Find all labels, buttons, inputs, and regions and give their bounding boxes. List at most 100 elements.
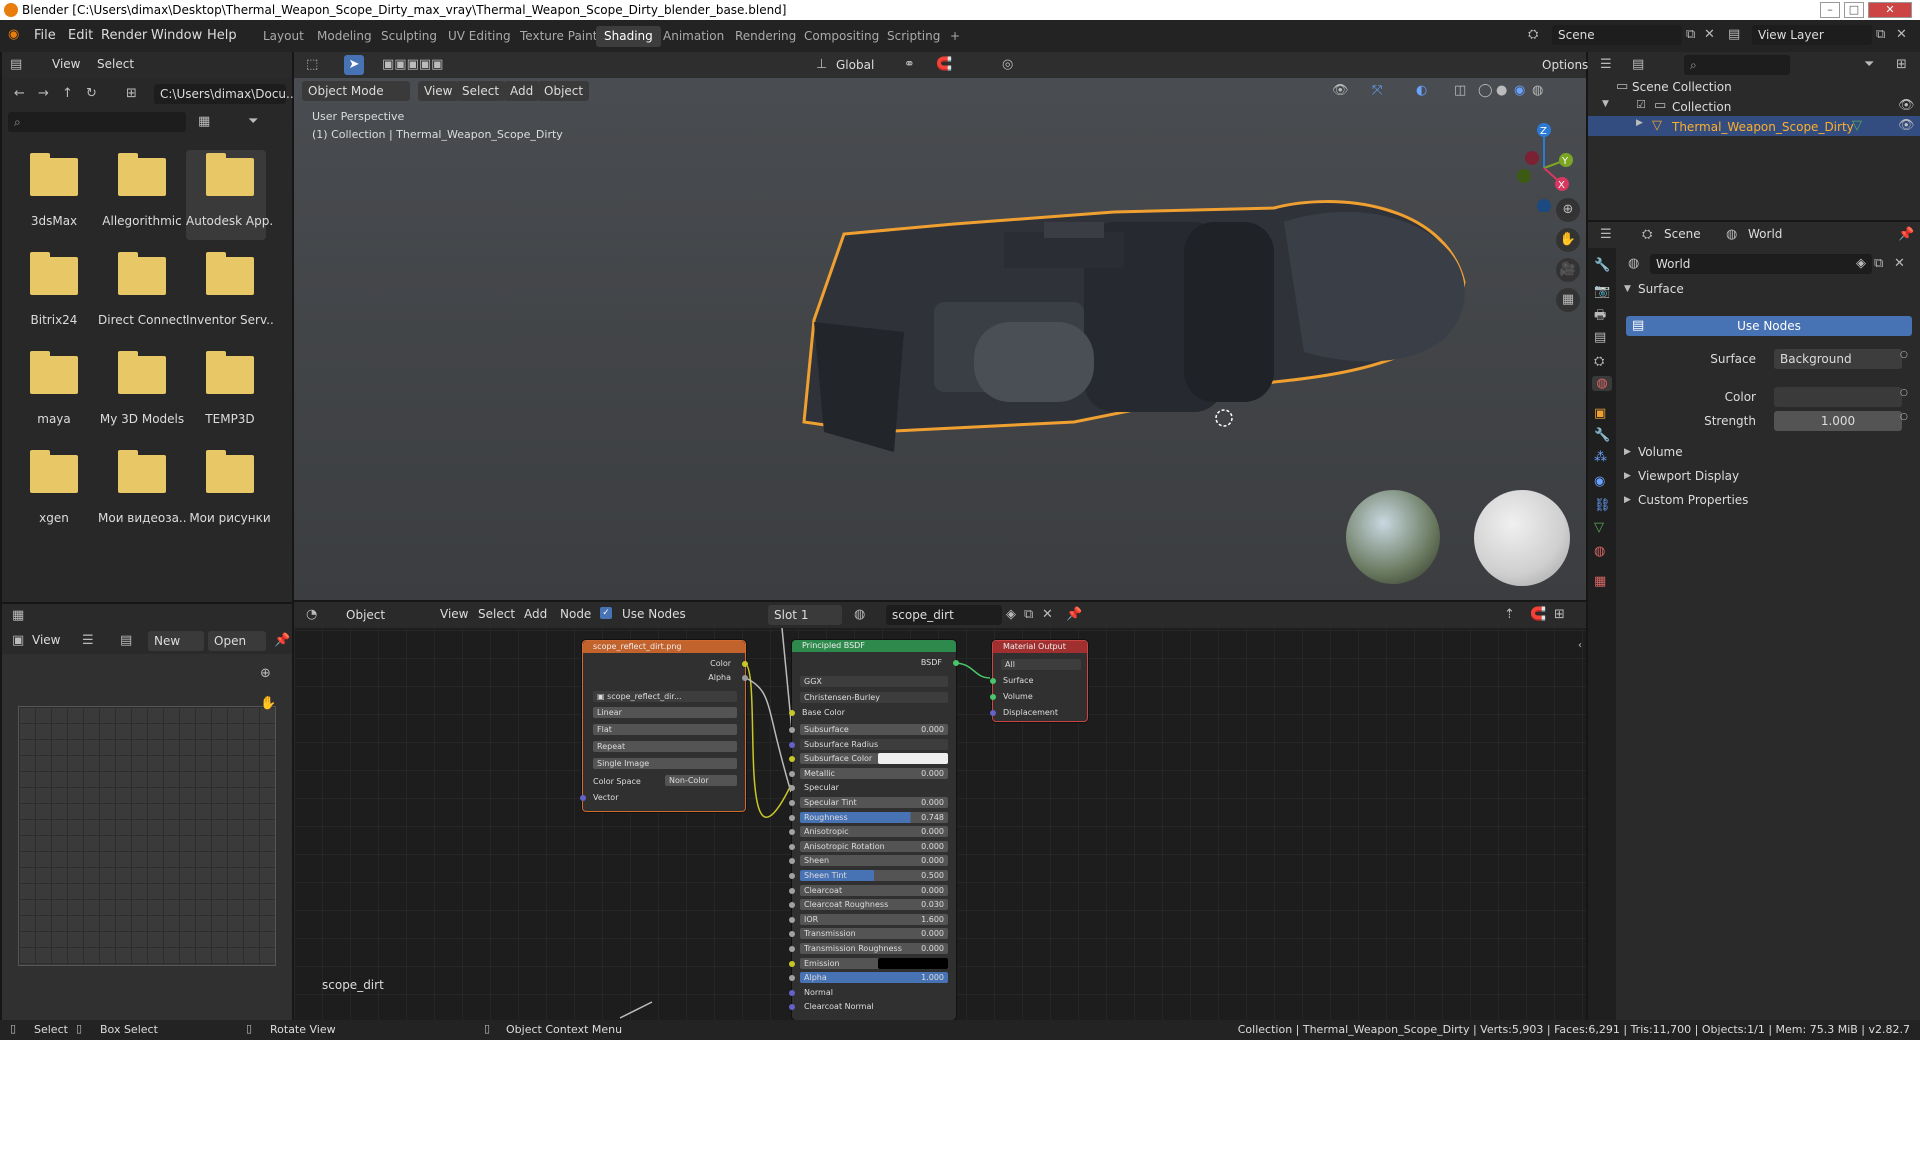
- bsdf-field-row[interactable]: Normal: [800, 987, 948, 998]
- select-tool-icon[interactable]: ➤: [344, 55, 364, 75]
- input-socket[interactable]: [789, 946, 795, 952]
- bsdf-field-row[interactable]: Subsurface 0.000: [800, 724, 948, 735]
- bsdf-output-socket[interactable]: [953, 660, 959, 666]
- tab-animation[interactable]: Animation: [655, 26, 732, 47]
- scene-selector[interactable]: Scene: [1552, 25, 1682, 45]
- xray-icon[interactable]: ◫: [1454, 83, 1466, 98]
- bsdf-field-row[interactable]: Roughness 0.748: [800, 811, 948, 823]
- editor-type-icon[interactable]: ▦: [12, 608, 24, 623]
- folder-item[interactable]: Inventor Serv...: [186, 249, 274, 339]
- bsdf-field-row[interactable]: Subsurface Radius: [800, 738, 948, 750]
- maximize-button[interactable]: □: [1844, 2, 1864, 18]
- menu-file[interactable]: File: [34, 28, 56, 43]
- folder-item[interactable]: maya: [10, 348, 90, 438]
- bsdf-field-row[interactable]: Sheen Tint 0.500: [800, 870, 948, 881]
- output-tab-icon[interactable]: 🖶: [1594, 306, 1606, 328]
- tab-texture-paint[interactable]: Texture Paint: [512, 26, 605, 47]
- input-socket[interactable]: [789, 785, 795, 792]
- bsdf-field-row[interactable]: Transmission 0.000: [800, 928, 948, 940]
- viewport-display-panel-header[interactable]: Viewport Display: [1638, 469, 1739, 483]
- transform-orientation-dropdown[interactable]: Global: [830, 55, 896, 75]
- folder-item[interactable]: My 3D Models: [98, 348, 184, 438]
- color-swatch[interactable]: [1774, 387, 1902, 407]
- input-socket[interactable]: [789, 814, 795, 821]
- input-socket[interactable]: [789, 1004, 795, 1011]
- editor-type-icon[interactable]: ⬚: [306, 57, 318, 72]
- wireframe-shading-icon[interactable]: ◯: [1478, 83, 1493, 98]
- strength-field[interactable]: 1.000: [1774, 411, 1902, 431]
- menu-object[interactable]: Object: [538, 81, 590, 101]
- new-scene-icon[interactable]: ⧉: [1686, 27, 1695, 42]
- tab-scripting[interactable]: Scripting: [879, 26, 948, 47]
- custom-properties-panel-header[interactable]: Custom Properties: [1638, 493, 1748, 507]
- editor-type-icon[interactable]: ▤: [10, 57, 22, 72]
- constraints-tab-icon[interactable]: ⛓: [1594, 498, 1611, 513]
- menu-add[interactable]: Add: [504, 81, 540, 101]
- shader-editor-area[interactable]: ◔ Object View Select Add Node ✓ Use Node…: [294, 602, 1586, 1020]
- rendered-shading-icon[interactable]: ◍: [1532, 83, 1543, 98]
- bsdf-field-row[interactable]: Clearcoat 0.000: [800, 884, 948, 896]
- volume-panel-header[interactable]: Volume: [1638, 445, 1683, 459]
- vector-input-socket[interactable]: [580, 795, 586, 801]
- search-input[interactable]: ⌕: [8, 112, 186, 132]
- particles-tab-icon[interactable]: ⁂: [1594, 450, 1607, 465]
- folder-item[interactable]: Мои рисунки: [186, 447, 271, 537]
- snap-icon[interactable]: 🧲: [936, 57, 952, 72]
- pin-icon[interactable]: 📌: [274, 633, 290, 648]
- scope-model[interactable]: [514, 152, 1554, 512]
- input-socket[interactable]: [789, 843, 795, 850]
- bsdf-field-row[interactable]: Subsurface Color: [800, 753, 948, 765]
- menu-view[interactable]: View: [32, 633, 60, 647]
- input-socket[interactable]: [789, 858, 795, 865]
- input-socket[interactable]: [789, 829, 795, 836]
- filter-icon[interactable]: ⏷: [248, 114, 258, 129]
- duplicate-world-icon[interactable]: ⧉: [1874, 256, 1883, 271]
- image-texture-node[interactable]: scope_reflect_dirt.png Color Alpha ▣ sco…: [580, 640, 748, 812]
- color-swatch[interactable]: [878, 957, 948, 969]
- chevron-down-icon[interactable]: ▼: [1624, 284, 1631, 294]
- target-dropdown[interactable]: All: [1001, 659, 1081, 670]
- input-socket[interactable]: [789, 741, 795, 748]
- eye-icon[interactable]: 👁: [1898, 118, 1915, 133]
- color-swatch[interactable]: [878, 753, 948, 765]
- socket-icon[interactable]: ○: [1900, 388, 1908, 398]
- texture-tab-icon[interactable]: ▦: [1594, 574, 1606, 589]
- eye-icon[interactable]: 👁: [1898, 98, 1915, 113]
- path-field[interactable]: C:\Users\dimax\Docu...: [154, 84, 297, 104]
- color-space-dropdown[interactable]: Non-Color: [665, 775, 737, 786]
- folder-item[interactable]: Direct Connect: [98, 249, 186, 339]
- bsdf-field-row[interactable]: Clearcoat Normal: [800, 1001, 948, 1012]
- tab-layout[interactable]: Layout: [255, 26, 312, 47]
- surface-shader-dropdown[interactable]: Background: [1774, 349, 1902, 369]
- input-socket[interactable]: [789, 989, 795, 996]
- image-canvas-grid[interactable]: [18, 706, 276, 966]
- tab-uv-editing[interactable]: UV Editing: [440, 26, 519, 47]
- breadcrumb-scene[interactable]: Scene: [1664, 227, 1701, 241]
- data-tab-icon[interactable]: ▽: [1594, 520, 1604, 535]
- delete-scene-icon[interactable]: ✕: [1704, 27, 1715, 42]
- zoom-icon[interactable]: ⊕: [260, 666, 271, 681]
- new-image-button[interactable]: New: [148, 631, 204, 651]
- image-browse-icon[interactable]: ▤: [120, 633, 132, 648]
- bsdf-field-row[interactable]: Transmission Roughness 0.000: [800, 943, 948, 954]
- projection-dropdown[interactable]: Flat: [593, 724, 737, 735]
- chevron-right-icon[interactable]: ▶: [1636, 118, 1643, 128]
- chevron-right-icon[interactable]: ▶: [1624, 447, 1631, 457]
- menu-select[interactable]: Select: [456, 81, 506, 101]
- folder-item[interactable]: Autodesk App...: [186, 150, 274, 240]
- input-socket[interactable]: [789, 975, 795, 982]
- visibility-icon[interactable]: 👁: [1332, 83, 1349, 98]
- hand-pan-icon[interactable]: ✋: [1556, 228, 1580, 252]
- breadcrumb-world[interactable]: World: [1748, 227, 1782, 241]
- unlink-world-icon[interactable]: ✕: [1894, 256, 1905, 271]
- tab-sculpting[interactable]: Sculpting: [373, 26, 445, 47]
- image-mode-icon[interactable]: ▣: [12, 633, 24, 648]
- folder-item[interactable]: Allegorithmic: [98, 150, 182, 240]
- overlays-icon[interactable]: ◐: [1416, 83, 1427, 98]
- box-select-mode-icon[interactable]: ▣▣▣▣▣: [382, 57, 443, 72]
- color-output-socket[interactable]: [742, 661, 748, 667]
- socket-icon[interactable]: ○: [1900, 350, 1908, 360]
- options-dropdown[interactable]: Options: [1536, 55, 1588, 75]
- back-icon[interactable]: ←: [14, 86, 25, 101]
- world-name-field[interactable]: World: [1650, 254, 1872, 274]
